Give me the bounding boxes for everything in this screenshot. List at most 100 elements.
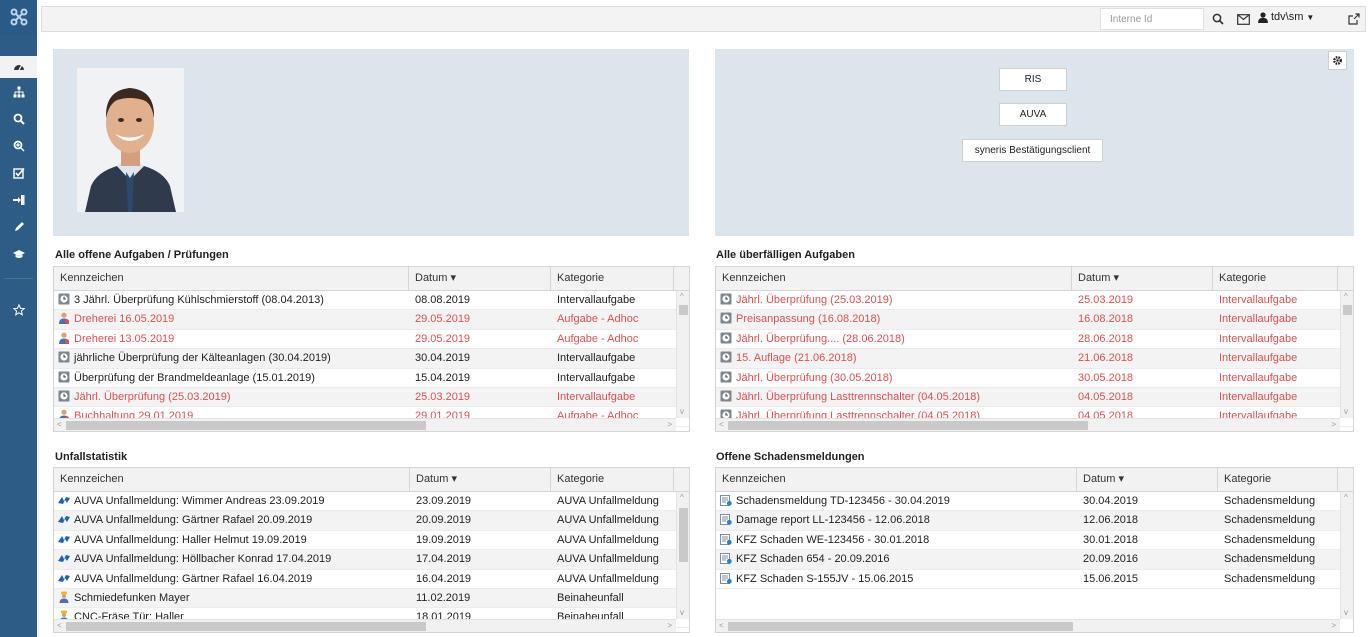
col-datum-header[interactable]: Datum ▾ [1072, 267, 1213, 290]
scroll-right-icon[interactable]: > [667, 621, 672, 631]
scroll-down-icon[interactable]: v [680, 407, 684, 417]
scroll-up-icon[interactable]: ^ [680, 493, 684, 503]
table-row[interactable]: Jährl. Überprüfung Lasttrennschalter (04… [716, 387, 1353, 408]
pencil-icon[interactable] [0, 216, 37, 238]
table-row[interactable]: KFZ Schaden S-155JV - 15.06.2015 15.06.20… [716, 570, 1353, 589]
scrollbar-thumb[interactable] [728, 421, 1088, 430]
scroll-down-icon[interactable]: v [1344, 608, 1348, 618]
scroll-down-icon[interactable]: v [1344, 407, 1348, 417]
scrollbar-thumb[interactable] [66, 622, 426, 631]
cell-kennzeichen[interactable]: 3 Jährl. Überprüfung Kühlschmierstoff (0… [54, 291, 409, 310]
table-row[interactable]: KFZ Schaden WE-123456 - 30.01.2018 30.01.… [716, 531, 1353, 551]
cell-kennzeichen[interactable]: Jährl. Überprüfung.... (28.06.2018) [716, 330, 1072, 349]
scroll-up-icon[interactable]: ^ [1344, 292, 1348, 302]
external-link-icon[interactable] [1348, 12, 1360, 26]
syneris-client-button[interactable]: syneris Bestätigungsclient [962, 139, 1103, 162]
cell-kennzeichen[interactable]: KFZ Schaden WE-123456 - 30.01.2018 [716, 531, 1077, 550]
cell-kennzeichen[interactable]: Damage report LL-123456 - 12.06.2018 [716, 511, 1077, 530]
col-kategorie-header[interactable]: Kategorie [551, 267, 674, 290]
cell-kennzeichen[interactable]: AUVA Unfallmeldung: Gärtner Rafael 16.04… [54, 570, 410, 589]
cell-kennzeichen[interactable]: Jährl. Überprüfung (25.03.2019) [54, 388, 409, 407]
scroll-up-icon[interactable]: ^ [1344, 493, 1348, 503]
cell-kennzeichen[interactable]: AUVA Unfallmeldung: Wimmer Andreas 23.09… [54, 492, 410, 511]
table-row[interactable]: AUVA Unfallmeldung: Haller Helmut 19.09.… [54, 531, 689, 551]
zoom-in-icon[interactable] [0, 135, 37, 157]
col-kategorie-header[interactable]: Kategorie [551, 468, 674, 491]
table-row[interactable]: 3 Jährl. Überprüfung Kühlschmierstoff (0… [54, 291, 689, 311]
col-datum-header[interactable]: Datum ▾ [410, 468, 551, 491]
col-kategorie-header[interactable]: Kategorie [1218, 468, 1338, 491]
col-kennzeichen-header[interactable]: Kennzeichen [716, 267, 1072, 290]
col-kennzeichen-header[interactable]: Kennzeichen [54, 468, 410, 491]
cell-kennzeichen[interactable]: Schadensmeldung TD-123456 - 30.04.2019 [716, 492, 1077, 511]
cell-kennzeichen[interactable]: Schmiedefunken Mayer [54, 589, 410, 608]
scrollbar-thumb[interactable] [679, 305, 688, 315]
table-row[interactable]: Damage report LL-123456 - 12.06.2018 12.0… [716, 511, 1353, 531]
cell-kennzeichen[interactable]: Preisanpassung (16.08.2018) [716, 310, 1072, 329]
settings-gear-button[interactable] [1328, 51, 1347, 70]
table-row[interactable]: KFZ Schaden 654 - 20.09.2016 20.09.2016 Sc… [716, 550, 1353, 570]
graduation-cap-icon[interactable] [0, 243, 37, 265]
scrollbar-thumb[interactable] [679, 508, 688, 562]
table-row[interactable]: Schadensmeldung TD-123456 - 30.04.2019 30… [716, 492, 1353, 512]
col-kennzeichen-header[interactable]: Kennzeichen [54, 267, 409, 290]
col-kennzeichen-header[interactable]: Kennzeichen [716, 468, 1077, 491]
sitemap-icon[interactable] [0, 81, 37, 103]
vertical-scrollbar[interactable]: ^ v [676, 291, 689, 418]
scroll-left-icon[interactable]: < [719, 420, 724, 430]
check-square-icon[interactable] [0, 162, 37, 184]
search-icon[interactable] [1212, 12, 1224, 26]
scroll-right-icon[interactable]: > [667, 420, 672, 430]
table-row[interactable]: Überprüfung der Brandmeldeanlage (15.01.… [54, 369, 689, 388]
scrollbar-thumb[interactable] [66, 421, 426, 430]
cell-kennzeichen[interactable]: KFZ Schaden S-155JV - 15.06.2015 [716, 570, 1077, 589]
table-row[interactable]: Jährl. Überprüfung (30.05.2018) 30.05.201… [716, 369, 1353, 388]
user-menu[interactable]: tdv\sm ▼ [1258, 11, 1314, 23]
ris-button[interactable]: RIS [999, 68, 1067, 91]
cell-kennzeichen[interactable]: jährliche Überprüfung der Kälteanlagen (… [54, 349, 409, 368]
star-icon[interactable] [0, 299, 37, 321]
table-row[interactable]: Jährl. Überprüfung (25.03.2019) 25.03.201… [54, 387, 689, 408]
vertical-scrollbar[interactable]: ^ v [676, 492, 689, 619]
cell-kennzeichen[interactable]: KFZ Schaden 654 - 20.09.2016 [716, 550, 1077, 569]
scroll-right-icon[interactable]: > [1331, 420, 1336, 430]
table-row[interactable]: AUVA Unfallmeldung: Gärtner Rafael 16.04… [54, 570, 689, 589]
scroll-up-icon[interactable]: ^ [680, 292, 684, 302]
envelope-icon[interactable] [1237, 12, 1250, 26]
cell-kennzeichen[interactable]: Dreherei 13.05.2019 [54, 330, 409, 349]
table-row[interactable]: Preisanpassung (16.08.2018) 16.08.2018 Int… [716, 310, 1353, 330]
cell-kennzeichen[interactable]: Überprüfung der Brandmeldeanlage (15.01.… [54, 369, 409, 388]
cell-kennzeichen[interactable]: 15. Auflage (21.06.2018) [716, 349, 1072, 368]
search-icon[interactable] [0, 108, 37, 130]
scroll-down-icon[interactable]: v [680, 608, 684, 618]
cell-kennzeichen[interactable]: Dreherei 16.05.2019 [54, 310, 409, 329]
app-logo[interactable] [0, 0, 37, 34]
scroll-left-icon[interactable]: < [57, 621, 62, 631]
col-datum-header[interactable]: Datum ▾ [1077, 468, 1218, 491]
col-kategorie-header[interactable]: Kategorie [1213, 267, 1338, 290]
table-row[interactable]: AUVA Unfallmeldung: Gärtner Rafael 20.09… [54, 511, 689, 531]
dashboard-icon[interactable] [0, 56, 37, 78]
vertical-scrollbar[interactable]: ^ v [1340, 492, 1353, 619]
table-row[interactable]: Jährl. Überprüfung.... (28.06.2018) 28.06… [716, 330, 1353, 350]
table-row[interactable]: Jährl. Überprüfung (25.03.2019) 25.03.201… [716, 291, 1353, 311]
scroll-left-icon[interactable]: < [57, 420, 62, 430]
col-datum-header[interactable]: Datum ▾ [409, 267, 551, 290]
horizontal-scrollbar[interactable]: < > [716, 619, 1340, 632]
cell-kennzeichen[interactable]: AUVA Unfallmeldung: Höllbacher Konrad 17… [54, 550, 410, 569]
scroll-right-icon[interactable]: > [1331, 621, 1336, 631]
horizontal-scrollbar[interactable]: < > [716, 418, 1340, 431]
internal-id-search-input[interactable]: Interne Id [1100, 8, 1204, 30]
scroll-left-icon[interactable]: < [719, 621, 724, 631]
scrollbar-thumb[interactable] [728, 622, 1073, 631]
table-row[interactable]: Dreherei 16.05.2019 29.05.2019 Aufgabe - A… [54, 310, 689, 330]
table-row[interactable]: AUVA Unfallmeldung: Wimmer Andreas 23.09… [54, 492, 689, 512]
table-row[interactable]: 15. Auflage (21.06.2018) 21.06.2018 Interv… [716, 349, 1353, 369]
table-row[interactable]: Dreherei 13.05.2019 29.05.2019 Aufgabe - A… [54, 330, 689, 350]
table-row[interactable]: jährliche Überprüfung der Kälteanlagen (… [54, 349, 689, 369]
cell-kennzeichen[interactable]: AUVA Unfallmeldung: Haller Helmut 19.09.… [54, 531, 410, 550]
sign-in-icon[interactable] [0, 189, 37, 211]
auva-button[interactable]: AUVA [999, 103, 1067, 126]
cell-kennzeichen[interactable]: Jährl. Überprüfung (30.05.2018) [716, 369, 1072, 388]
cell-kennzeichen[interactable]: AUVA Unfallmeldung: Gärtner Rafael 20.09… [54, 511, 410, 530]
